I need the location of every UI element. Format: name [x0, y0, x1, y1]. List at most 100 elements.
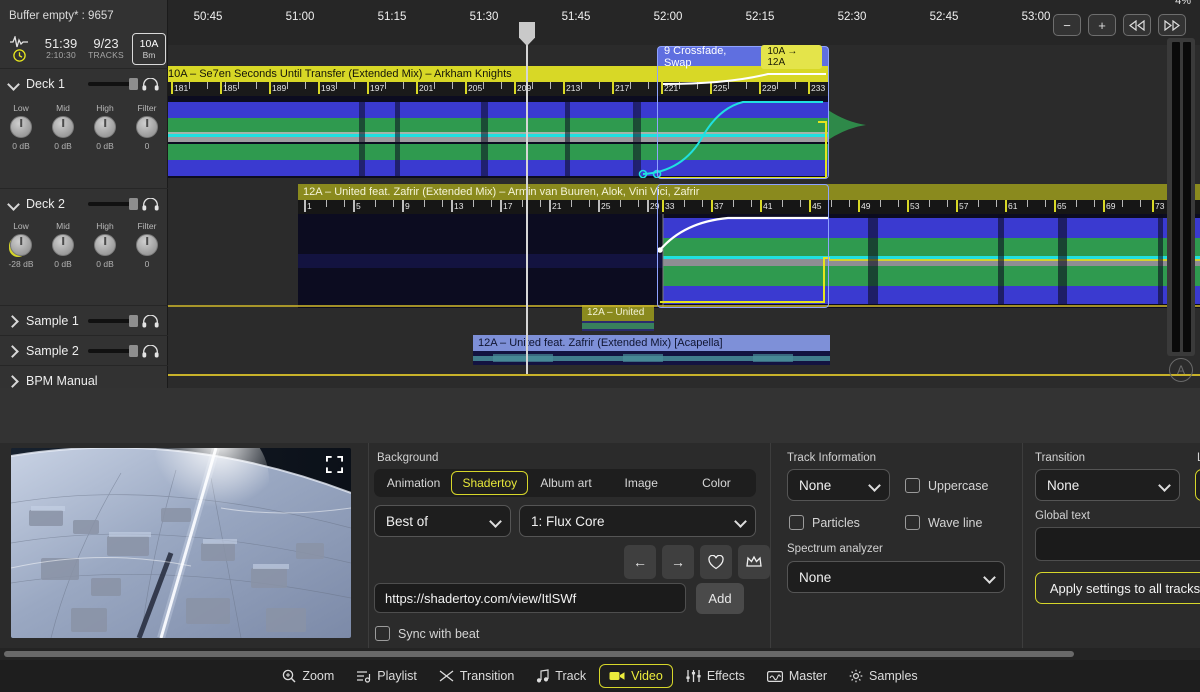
- knob-dial[interactable]: [10, 116, 32, 138]
- auto-gain-icon[interactable]: A: [1169, 358, 1193, 382]
- deck-1-knob-high[interactable]: High 0 dB: [84, 103, 126, 151]
- deck-1-knob-low[interactable]: Low 0 dB: [0, 103, 42, 151]
- particles-row[interactable]: Particles: [789, 515, 860, 530]
- nav-label: Playlist: [377, 669, 417, 683]
- elapsed-time: 51:39: [44, 36, 78, 51]
- transition-value: None: [1047, 477, 1080, 493]
- nav-item-master[interactable]: Master: [758, 665, 836, 687]
- uppercase-checkbox[interactable]: [905, 478, 920, 493]
- bpm-manual-label: BPM Manual: [26, 374, 98, 388]
- uppercase-row[interactable]: Uppercase: [905, 478, 988, 493]
- deck-2-transition-region: [658, 214, 830, 308]
- shader-select[interactable]: 1: Flux Core: [519, 505, 756, 537]
- horizontal-scrollbar[interactable]: [0, 648, 1200, 660]
- particles-checkbox[interactable]: [789, 515, 804, 530]
- tab-shadertoy[interactable]: Shadertoy: [451, 471, 529, 495]
- sample-2-volume-slider[interactable]: [88, 345, 138, 357]
- nav-item-zoom[interactable]: Zoom: [273, 665, 343, 687]
- video-camera-icon: [609, 672, 625, 680]
- key-badge: 10A Bm: [132, 33, 166, 65]
- global-text-input[interactable]: [1035, 527, 1200, 561]
- deck-1-header[interactable]: Deck 1: [0, 70, 168, 98]
- tab-image[interactable]: Image: [604, 471, 679, 495]
- deck-1-knob-filter[interactable]: Filter 0: [126, 103, 168, 151]
- fullscreen-icon[interactable]: [326, 456, 343, 473]
- shader-next-button[interactable]: →: [662, 545, 694, 579]
- time-ruler[interactable]: 50:45 51:00 51:15 51:30 51:45 52:00 52:1…: [168, 0, 1200, 45]
- chevron-down-icon: [1158, 479, 1171, 492]
- nav-item-samples[interactable]: Samples: [840, 665, 927, 687]
- nav-item-video[interactable]: Video: [599, 664, 673, 688]
- sample-1-row[interactable]: Sample 1: [0, 307, 168, 335]
- track-information-panel: Track Information None Uppercase Particl…: [770, 443, 1020, 658]
- knob-dial[interactable]: [94, 116, 116, 138]
- deck-2-headphone-icon[interactable]: [142, 197, 159, 211]
- deck-2-header[interactable]: Deck 2: [0, 190, 168, 218]
- nav-item-playlist[interactable]: Playlist: [347, 665, 426, 687]
- sample-1-clip[interactable]: 12A – United: [582, 305, 654, 331]
- playhead[interactable]: [519, 22, 535, 374]
- deck-1-transition-region: [658, 66, 828, 178]
- timeline-zoom-controls[interactable]: − +: [1053, 14, 1186, 36]
- knob-dial[interactable]: [136, 116, 158, 138]
- transition-icon: [439, 670, 454, 682]
- transition-badge[interactable]: 9 Crossfade, Swap 10A → 12A: [657, 44, 829, 69]
- wave-line-checkbox[interactable]: [905, 515, 920, 530]
- knob-value: 0 dB: [96, 259, 114, 269]
- deck-1-headphone-icon[interactable]: [142, 77, 159, 91]
- shader-prev-button[interactable]: ←: [624, 545, 656, 579]
- knob-dial[interactable]: [94, 234, 116, 256]
- shadertoy-url-input[interactable]: https://shadertoy.com/view/ItlSWf: [374, 583, 686, 613]
- track-information-select[interactable]: None: [787, 469, 890, 501]
- top-section: Buffer empty* : 9657 51:39 2:10:30 9/23 …: [0, 0, 1200, 388]
- sample-1-headphone-icon[interactable]: [142, 314, 159, 328]
- tab-album-art[interactable]: Album art: [528, 471, 603, 495]
- scroll-forward-button[interactable]: [1158, 14, 1186, 36]
- video-preview[interactable]: [11, 448, 351, 638]
- deck-2-knob-low[interactable]: Low -28 dB: [0, 221, 42, 269]
- sample-1-volume-slider[interactable]: [88, 315, 138, 327]
- tab-color[interactable]: Color: [679, 471, 754, 495]
- sample-2-row[interactable]: Sample 2: [0, 337, 168, 365]
- nav-item-track[interactable]: Track: [527, 665, 595, 687]
- scroll-back-button[interactable]: [1123, 14, 1151, 36]
- knob-dial[interactable]: [136, 234, 158, 256]
- knob-value: 0 dB: [12, 141, 30, 151]
- zoom-in-button[interactable]: +: [1088, 14, 1116, 36]
- knob-value: 0 dB: [54, 141, 72, 151]
- deck-2-label: Deck 2: [26, 197, 65, 211]
- knob-dial[interactable]: [52, 116, 74, 138]
- deck-2-knob-mid[interactable]: Mid 0 dB: [42, 221, 84, 269]
- master-vu-meter: [1167, 38, 1195, 356]
- nav-item-transition[interactable]: Transition: [430, 665, 523, 687]
- tab-animation[interactable]: Animation: [376, 471, 451, 495]
- deck-2-knob-high[interactable]: High 0 dB: [84, 221, 126, 269]
- background-type-tabs[interactable]: Animation Shadertoy Album art Image Colo…: [374, 469, 756, 497]
- deck-1-volume-slider[interactable]: [88, 78, 138, 90]
- master-icon: [766, 670, 783, 682]
- timeline-panel[interactable]: 50:45 51:00 51:15 51:30 51:45 52:00 52:1…: [168, 0, 1200, 388]
- track-count: 9/23: [93, 36, 119, 51]
- zoom-out-button[interactable]: −: [1053, 14, 1081, 36]
- apply-settings-button[interactable]: Apply settings to all tracks: [1035, 572, 1200, 604]
- deck-2-volume-slider[interactable]: [88, 198, 138, 210]
- sync-with-beat-row[interactable]: Sync with beat: [375, 626, 479, 641]
- deck-1-knob-mid[interactable]: Mid 0 dB: [42, 103, 84, 151]
- cut-select[interactable]: [1195, 469, 1200, 501]
- transition-select[interactable]: None: [1035, 469, 1180, 501]
- sample-1-waveform: [582, 321, 654, 331]
- time-label: 51:15: [377, 11, 407, 23]
- shader-collection-select[interactable]: Best of: [374, 505, 511, 537]
- sample-2-headphone-icon[interactable]: [142, 344, 159, 358]
- sync-with-beat-checkbox[interactable]: [375, 626, 390, 641]
- deck-2-knob-filter[interactable]: Filter 0: [126, 221, 168, 269]
- shader-premium-button[interactable]: [738, 545, 770, 579]
- add-shader-button[interactable]: Add: [696, 583, 744, 614]
- spectrum-analyzer-select[interactable]: None: [787, 561, 1005, 593]
- chevron-down-icon: [489, 515, 502, 528]
- knob-dial[interactable]: [10, 234, 32, 256]
- wave-line-row[interactable]: Wave line: [905, 515, 982, 530]
- shader-favorite-button[interactable]: [700, 545, 732, 579]
- knob-dial[interactable]: [52, 234, 74, 256]
- nav-item-effects[interactable]: Effects: [677, 665, 754, 687]
